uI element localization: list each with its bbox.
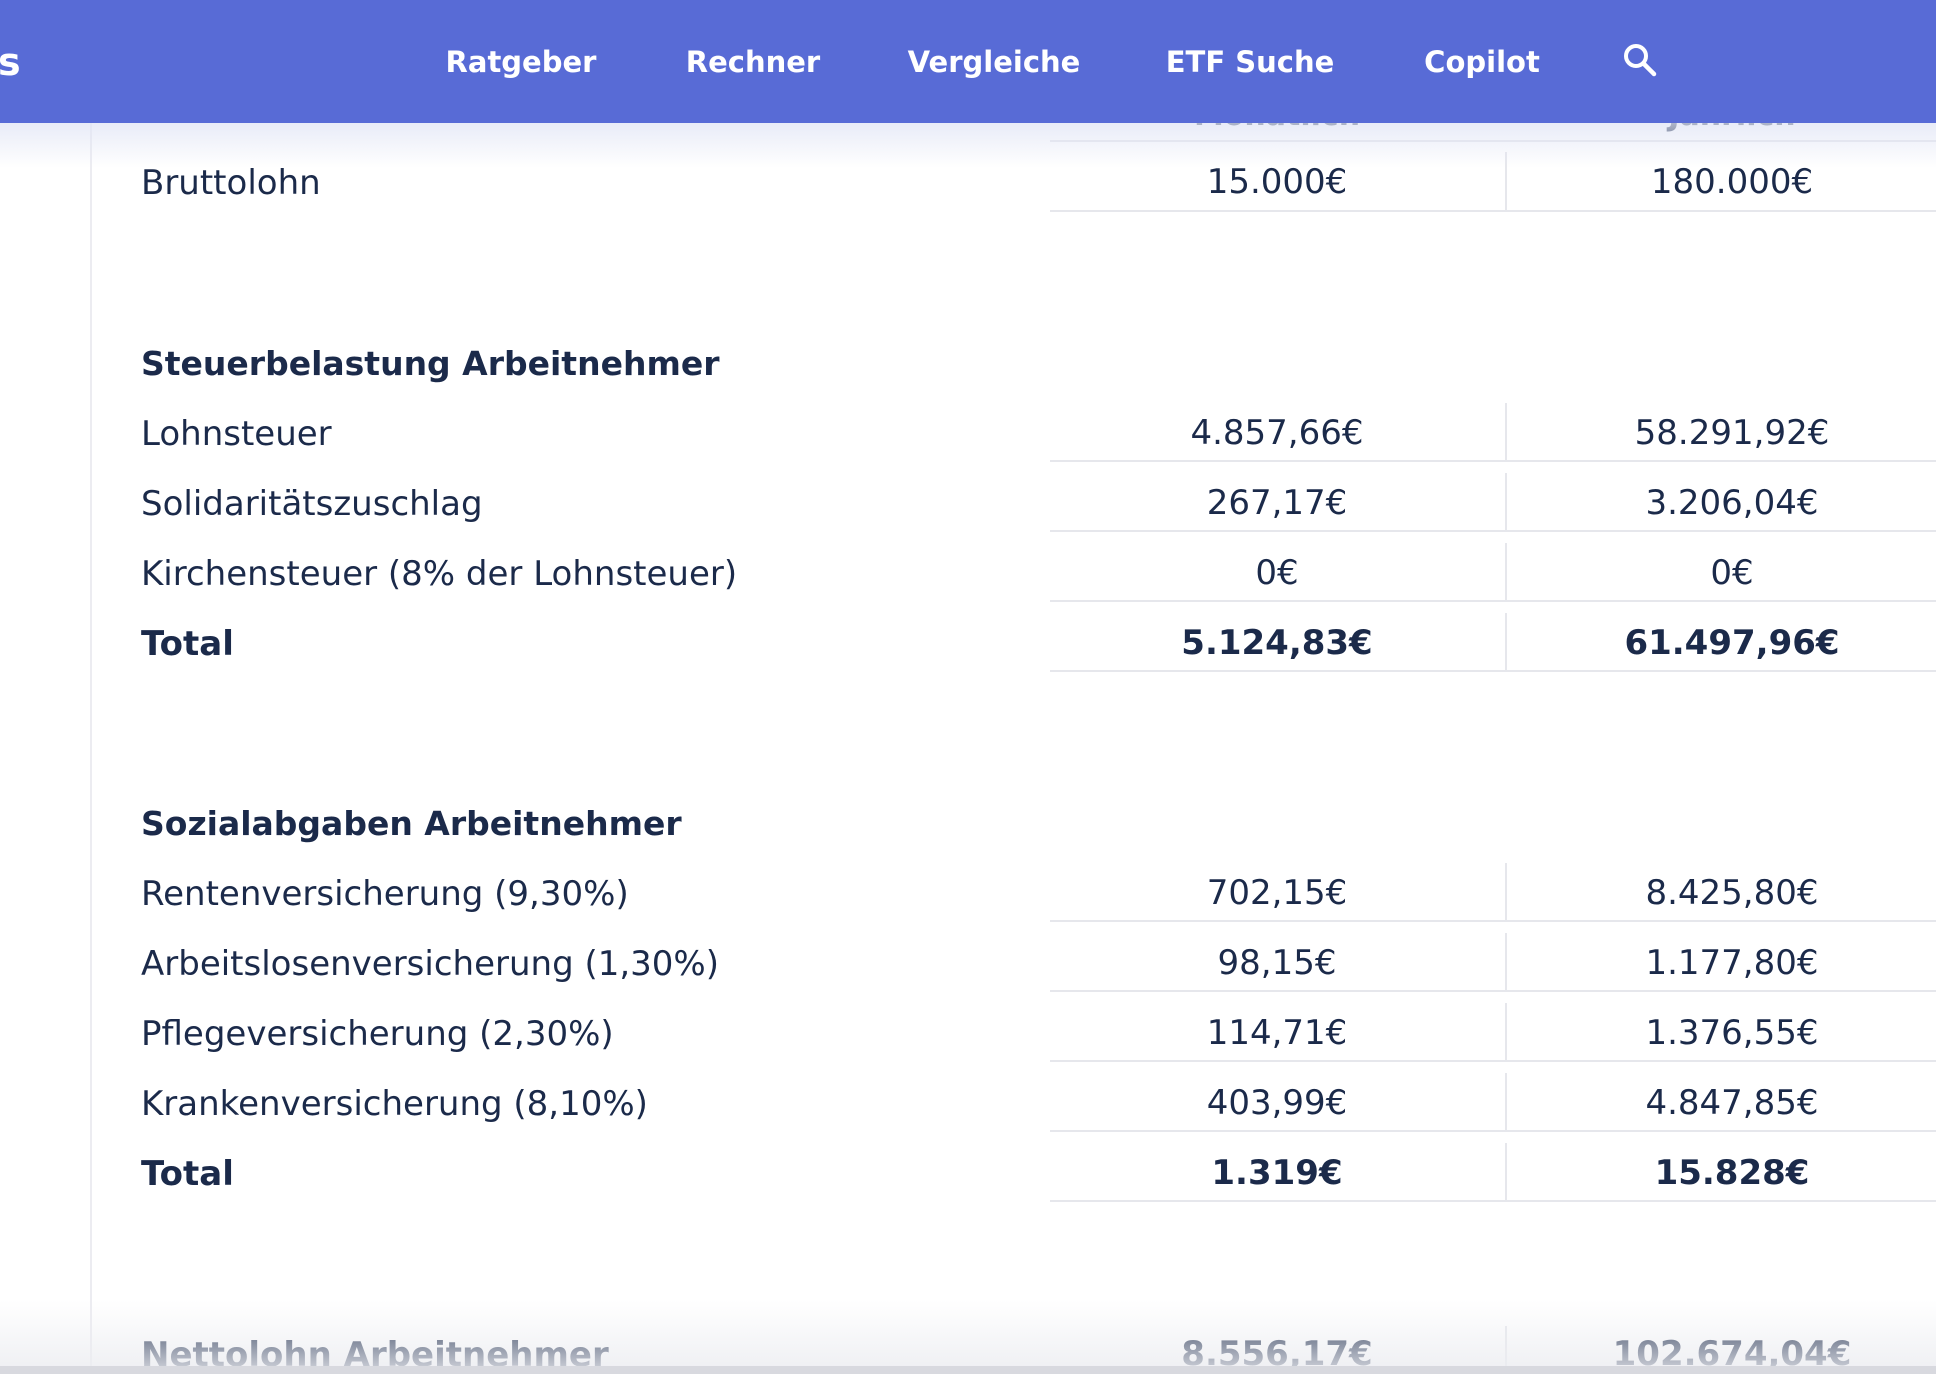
row-label-sozial-total: Total — [141, 1154, 234, 1194]
cell-renten-monthly: 702,15€ — [1206, 873, 1348, 913]
column-divider — [1505, 1143, 1507, 1201]
row-divider — [1050, 920, 1936, 922]
row-divider — [1050, 1130, 1936, 1132]
nav-etf-suche[interactable]: ETF Suche — [1166, 42, 1335, 82]
row-divider — [1050, 670, 1936, 672]
row-label-kranken: Krankenversicherung (8,10%) — [141, 1084, 648, 1124]
column-divider — [1505, 403, 1507, 461]
nav-rechner[interactable]: Rechner — [686, 42, 820, 82]
row-label-pflege: Pflegeversicherung (2,30%) — [141, 1014, 614, 1054]
column-divider — [1505, 1073, 1507, 1131]
bottom-edge — [0, 1366, 1936, 1374]
site-logo[interactable]: s — [0, 38, 21, 86]
column-divider — [1505, 473, 1507, 531]
row-label-renten: Rentenversicherung (9,30%) — [141, 874, 629, 914]
search-icon[interactable] — [1623, 43, 1657, 77]
top-navigation-bar: s Ratgeber Rechner Vergleiche ETF Suche … — [0, 0, 1936, 123]
cell-soli-yearly: 3.206,04€ — [1645, 483, 1819, 523]
header-divider — [1050, 140, 1936, 142]
cell-bruttolohn-monthly: 15.000€ — [1206, 162, 1348, 202]
cell-kirchensteuer-monthly: 0€ — [1255, 553, 1299, 593]
row-divider — [1050, 990, 1936, 992]
nav-ratgeber[interactable]: Ratgeber — [446, 42, 597, 82]
cell-renten-yearly: 8.425,80€ — [1645, 873, 1819, 913]
cell-steuer-total-monthly: 5.124,83€ — [1181, 623, 1373, 663]
cell-kirchensteuer-yearly: 0€ — [1710, 553, 1754, 593]
row-label-bruttolohn: Bruttolohn — [141, 163, 321, 203]
content-left-border — [90, 123, 92, 1374]
row-label-soli: Solidaritätszuschlag — [141, 484, 483, 524]
nav-copilot[interactable]: Copilot — [1424, 42, 1540, 82]
cell-pflege-yearly: 1.376,55€ — [1645, 1013, 1819, 1053]
cell-soli-monthly: 267,17€ — [1206, 483, 1348, 523]
column-divider — [1505, 152, 1507, 210]
column-divider — [1505, 863, 1507, 921]
row-divider — [1050, 210, 1936, 212]
column-divider — [1505, 613, 1507, 671]
column-divider — [1505, 543, 1507, 601]
cell-sozial-total-yearly: 15.828€ — [1654, 1153, 1810, 1193]
row-divider — [1050, 600, 1936, 602]
cell-pflege-monthly: 114,71€ — [1206, 1013, 1348, 1053]
cell-lohnsteuer-yearly: 58.291,92€ — [1634, 413, 1830, 453]
column-divider — [1505, 1003, 1507, 1061]
row-divider — [1050, 1060, 1936, 1062]
row-divider — [1050, 460, 1936, 462]
row-divider — [1050, 530, 1936, 532]
row-divider — [1050, 1200, 1936, 1202]
cell-sozial-total-monthly: 1.319€ — [1211, 1153, 1343, 1193]
row-label-steuer-total: Total — [141, 624, 234, 664]
nav-vergleiche[interactable]: Vergleiche — [908, 42, 1081, 82]
section-title-sozial: Sozialabgaben Arbeitnehmer — [141, 804, 682, 843]
cell-arbeitslosen-yearly: 1.177,80€ — [1645, 943, 1819, 983]
row-label-arbeitslosen: Arbeitslosenversicherung (1,30%) — [141, 944, 719, 984]
cell-arbeitslosen-monthly: 98,15€ — [1217, 943, 1337, 983]
cell-kranken-yearly: 4.847,85€ — [1645, 1083, 1819, 1123]
cell-steuer-total-yearly: 61.497,96€ — [1624, 623, 1840, 663]
column-divider — [1505, 933, 1507, 991]
row-label-kirchensteuer: Kirchensteuer (8% der Lohnsteuer) — [141, 554, 738, 594]
row-label-lohnsteuer: Lohnsteuer — [141, 414, 332, 454]
cell-bruttolohn-yearly: 180.000€ — [1650, 162, 1814, 202]
section-title-steuer: Steuerbelastung Arbeitnehmer — [141, 344, 720, 383]
cell-kranken-monthly: 403,99€ — [1206, 1083, 1348, 1123]
cell-lohnsteuer-monthly: 4.857,66€ — [1190, 413, 1364, 453]
